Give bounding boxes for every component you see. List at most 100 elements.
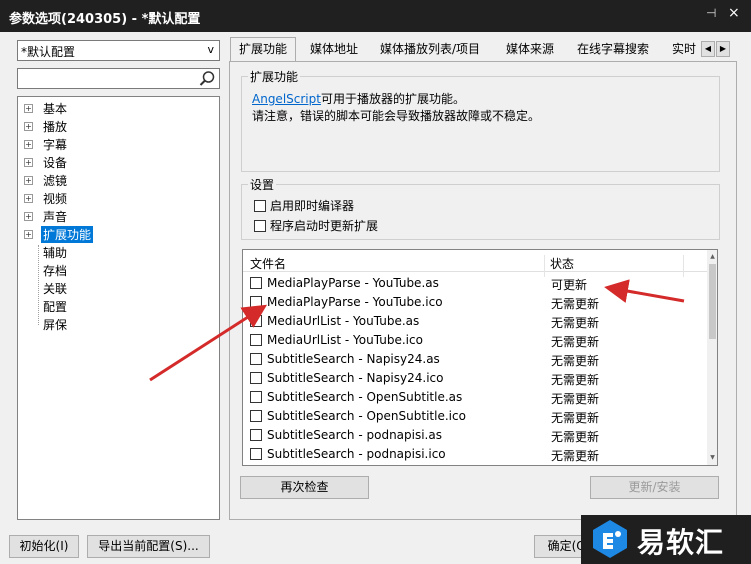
settings-group: 设置 启用即时编译器 程序启动时更新扩展 (241, 176, 720, 240)
row-filename: SubtitleSearch - OpenSubtitle.as (267, 390, 463, 404)
window-title: 参数选项(240305) - *默认配置 (9, 12, 201, 27)
row-filename: SubtitleSearch - podnapisi.ico (267, 447, 446, 461)
tree-item-label: 扩展功能 (41, 226, 94, 243)
table-row[interactable]: SubtitleSearch - OpenSubtitle.as 无需更新 (243, 388, 707, 407)
extensions-desc-line1: 可用于播放器的扩展功能。 (320, 92, 465, 106)
settings-group-title: 设置 (248, 176, 277, 193)
row-status: 无需更新 (551, 392, 600, 406)
table-row[interactable]: MediaUrlList - YouTube.ico 无需更新 (243, 331, 707, 350)
row-checkbox[interactable] (250, 334, 262, 346)
expand-icon[interactable]: + (24, 176, 33, 185)
table-row[interactable]: MediaUrlList - YouTube.as 无需更新 (243, 312, 707, 331)
row-status: 无需更新 (551, 373, 600, 387)
row-filename: SubtitleSearch - Napisy24.as (267, 352, 440, 366)
angelscript-link[interactable]: AngelScript (252, 92, 321, 106)
settings-tree: + 基本 + 播放 + 字幕 + 设备 + 滤镜 + 视频 + 声音 + 扩展功能 辅助 存档 关联 配置 屏保 (17, 96, 220, 520)
row-filename: SubtitleSearch - OpenSubtitle.ico (267, 409, 466, 423)
row-filename: MediaPlayParse - YouTube.ico (267, 295, 443, 309)
table-row[interactable]: SubtitleSearch - podnapisi.ico 无需更新 (243, 445, 707, 464)
expand-icon[interactable]: + (24, 104, 33, 113)
row-status: 无需更新 (551, 354, 600, 368)
option-auto-update[interactable]: 程序启动时更新扩展 (254, 217, 378, 234)
table-row[interactable]: MediaPlayParse - YouTube.as 可更新 (243, 274, 707, 293)
table-row[interactable]: SubtitleSearch - OpenSubtitle.ico 无需更新 (243, 407, 707, 426)
option-jit[interactable]: 启用即时编译器 (254, 197, 354, 214)
search-input[interactable] (20, 70, 195, 87)
row-status: 无需更新 (551, 316, 600, 330)
chevron-down-icon: v (207, 43, 214, 56)
row-checkbox[interactable] (250, 410, 262, 422)
list-header: 文件名 状态 (243, 250, 707, 277)
table-row[interactable]: SubtitleSearch - Napisy24.as 无需更新 (243, 350, 707, 369)
tree-item-label: 屏保 (43, 318, 68, 332)
row-status: 无需更新 (551, 449, 600, 463)
tab[interactable]: 实时 (664, 38, 704, 61)
extensions-desc-line2: 请注意，错误的脚本可能会导致播放器故障或不稳定。 (252, 109, 541, 123)
search-icon[interactable] (198, 70, 216, 88)
row-checkbox[interactable] (250, 429, 262, 441)
table-row[interactable]: SubtitleSearch - podnapisi.as 无需更新 (243, 426, 707, 445)
scroll-up-icon[interactable]: ▲ (708, 252, 717, 262)
tab[interactable]: 扩展功能 (230, 37, 297, 61)
row-filename: SubtitleSearch - podnapisi.as (267, 428, 442, 442)
tab-scroll-left-icon[interactable]: ◀ (701, 41, 715, 57)
tab-scroll-right-icon[interactable]: ▶ (716, 41, 730, 57)
auto-update-checkbox[interactable] (254, 220, 266, 232)
export-config-button[interactable]: 导出当前配置(S)... (87, 535, 210, 558)
expand-icon[interactable]: + (24, 230, 33, 239)
row-filename: MediaUrlList - YouTube.as (267, 314, 420, 328)
settings-search[interactable] (17, 68, 220, 89)
tree-item-label: 视频 (43, 192, 68, 206)
scroll-down-icon[interactable]: ▼ (708, 453, 717, 463)
update-install-button[interactable]: 更新/安装 (590, 476, 719, 499)
row-filename: SubtitleSearch - Napisy24.ico (267, 371, 444, 385)
row-status: 无需更新 (551, 411, 600, 425)
pin-icon[interactable]: ⊣ (706, 6, 722, 24)
tree-item-label: 字幕 (43, 138, 68, 152)
title-bar: 参数选项(240305) - *默认配置 ⊣ × (0, 0, 751, 32)
auto-update-label: 程序启动时更新扩展 (270, 219, 379, 233)
row-checkbox[interactable] (250, 315, 262, 327)
tree-item-label: 滤镜 (43, 174, 68, 188)
expand-icon[interactable]: + (24, 122, 33, 131)
jit-checkbox[interactable] (254, 200, 266, 212)
row-checkbox[interactable] (250, 277, 262, 289)
expand-icon[interactable]: + (24, 140, 33, 149)
tree-item-label: 基本 (43, 102, 68, 116)
watermark-text: 易软汇 (637, 526, 725, 559)
tree-item-label: 存档 (43, 264, 68, 278)
profile-select[interactable]: *默认配置 v (17, 40, 220, 61)
row-checkbox[interactable] (250, 353, 262, 365)
row-checkbox[interactable] (250, 391, 262, 403)
row-checkbox[interactable] (250, 296, 262, 308)
extensions-info-group: 扩展功能 AngelScript可用于播放器的扩展功能。 请注意，错误的脚本可能… (241, 68, 720, 172)
col-status[interactable]: 状态 (550, 255, 574, 272)
tab[interactable]: 媒体来源 (498, 38, 562, 61)
row-status: 无需更新 (551, 297, 600, 311)
tab[interactable]: 媒体地址 (302, 38, 366, 61)
row-status: 可更新 (551, 278, 588, 292)
expand-icon[interactable]: + (24, 158, 33, 167)
tree-connector (38, 245, 39, 325)
expand-icon[interactable]: + (24, 194, 33, 203)
table-row[interactable]: MediaPlayParse - YouTube.ico 无需更新 (243, 293, 707, 312)
expand-icon[interactable]: + (24, 212, 33, 221)
table-row[interactable]: SubtitleSearch - Napisy24.ico 无需更新 (243, 369, 707, 388)
tree-item-label: 声音 (43, 210, 68, 224)
extensions-group-title: 扩展功能 (248, 68, 301, 85)
list-scrollbar[interactable]: ▲ ▼ (707, 250, 717, 465)
row-checkbox[interactable] (250, 448, 262, 460)
recheck-button[interactable]: 再次检查 (240, 476, 369, 499)
tree-item-label: 配置 (43, 300, 68, 314)
row-status: 无需更新 (551, 335, 600, 349)
col-filename[interactable]: 文件名 (250, 255, 286, 272)
tree-item-label: 设备 (43, 156, 68, 170)
tree-item-label: 辅助 (43, 246, 68, 260)
initialize-button[interactable]: 初始化(I) (9, 535, 79, 558)
scrollbar-thumb[interactable] (709, 264, 716, 339)
tab[interactable]: 媒体播放列表/项目 (372, 38, 488, 61)
brand-logo-icon (593, 520, 627, 558)
close-icon[interactable]: × (728, 5, 744, 23)
tab[interactable]: 在线字幕搜索 (569, 38, 657, 61)
row-checkbox[interactable] (250, 372, 262, 384)
